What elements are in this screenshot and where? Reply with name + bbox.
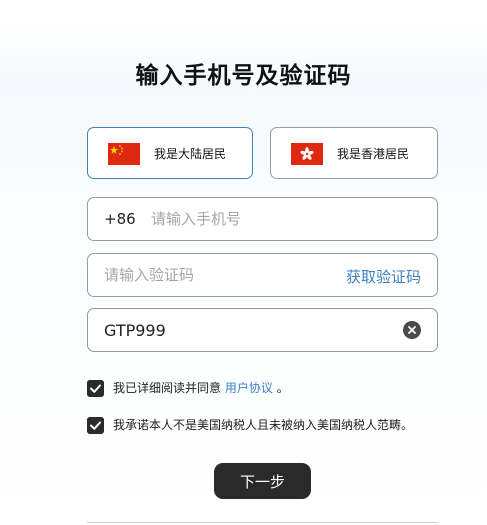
get-code-link[interactable]: 获取验证码 [346,266,421,287]
invite-code-field [87,308,438,352]
divider [87,522,438,523]
region-option-label: 我是香港居民 [337,147,410,161]
phone-input[interactable] [151,198,421,240]
checkbox-checked-icon[interactable] [87,417,104,434]
checkbox-checked-icon[interactable] [87,380,104,397]
country-code-prefix[interactable]: +86 [104,210,136,228]
verification-code-field: 获取验证码 [87,253,438,297]
hong-kong-flag-icon [291,143,323,165]
verification-code-input[interactable] [104,254,324,296]
agreement-text: 我已详细阅读并同意 用户协议 。 [113,381,289,395]
china-flag-icon [108,143,140,165]
phone-field: +86 [87,197,438,241]
region-option-hong-kong[interactable]: 我是香港居民 [270,127,438,179]
user-agreement-link[interactable]: 用户协议 [225,381,273,395]
next-button[interactable]: 下一步 [214,463,311,499]
page-title: 输入手机号及验证码 [135,63,352,89]
invite-code-input[interactable] [104,309,394,351]
region-option-mainland[interactable]: 我是大陆居民 [87,127,253,179]
region-option-label: 我是大陆居民 [154,147,227,161]
tax-declaration-text: 我承诺本人不是美国纳税人且未被纳入美国纳税人范畴。 [113,418,414,432]
clear-icon[interactable] [403,321,421,339]
